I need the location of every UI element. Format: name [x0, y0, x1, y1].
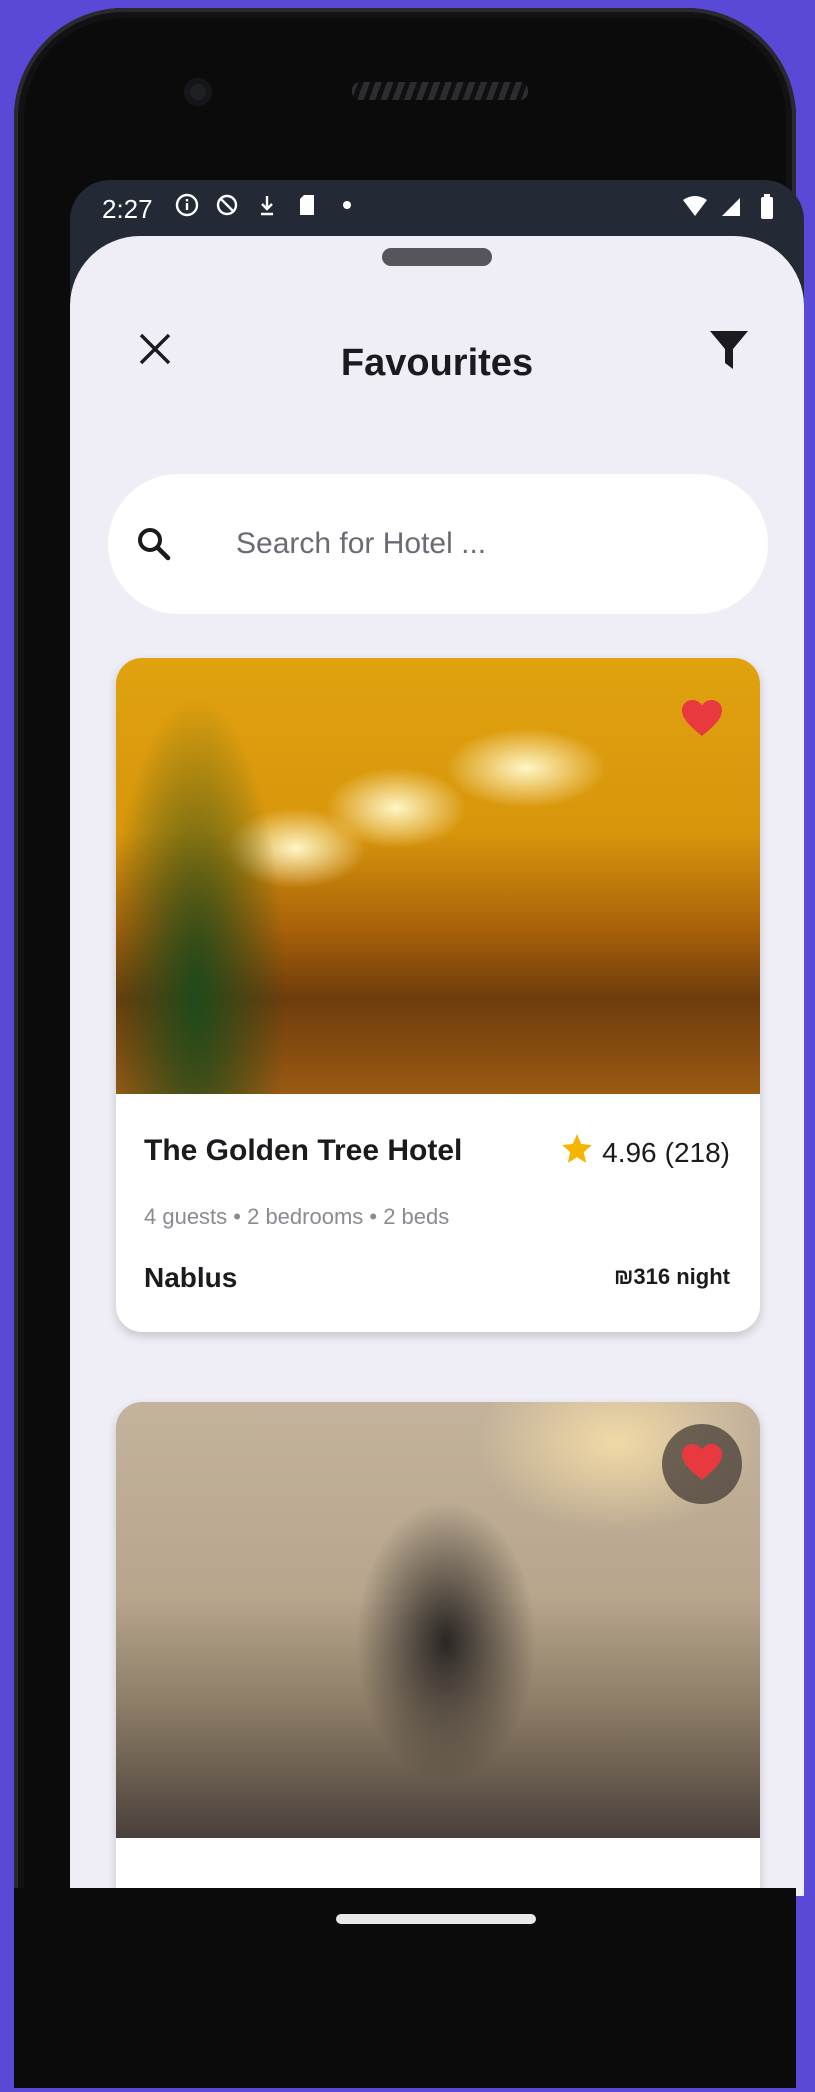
dot-icon	[334, 192, 360, 218]
hotel-name: The Golden Tree Hotel	[144, 1134, 463, 1167]
rating-value: 4.96	[602, 1136, 657, 1168]
hotel-image[interactable]	[116, 658, 760, 1094]
info-icon	[174, 192, 200, 218]
favourites-sheet: Favourites Search for Hotel ... The Gold…	[70, 236, 804, 1896]
screen: 2:27 Favourites Search for Hotel ... The…	[70, 180, 804, 1896]
review-count: (218)	[664, 1136, 730, 1168]
star-icon	[560, 1132, 594, 1173]
hotel-price: ₪316 night	[613, 1264, 730, 1289]
filter-button[interactable]	[702, 324, 756, 380]
page-title: Favourites	[340, 342, 534, 384]
hotel-details: 4 guests • 2 bedrooms • 2 beds	[144, 1204, 450, 1229]
drag-handle[interactable]	[382, 248, 492, 266]
wifi-icon	[682, 194, 708, 220]
status-bar: 2:27	[70, 180, 804, 236]
status-icons-left	[174, 192, 360, 218]
sd-card-icon	[294, 192, 320, 218]
status-time: 2:27	[102, 194, 153, 224]
status-icons-right	[682, 194, 780, 220]
search-bar[interactable]	[108, 474, 768, 614]
hotel-city: Nablus	[144, 1262, 238, 1293]
home-gesture-handle[interactable]	[336, 1914, 536, 1924]
favourite-button[interactable]	[662, 1424, 742, 1504]
earpiece-speaker	[352, 82, 528, 100]
search-icon	[134, 524, 174, 569]
download-icon	[254, 192, 280, 218]
hotel-card[interactable]	[116, 1402, 760, 1896]
filter-icon	[708, 328, 750, 377]
heart-icon	[680, 1442, 724, 1487]
favourite-button[interactable]	[662, 680, 742, 760]
shield-icon	[214, 192, 240, 218]
heart-icon	[680, 698, 724, 743]
front-camera	[184, 78, 212, 106]
search-input[interactable]	[234, 520, 718, 568]
hotel-card[interactable]: The Golden Tree Hotel 4.96 (218) 4 guest…	[116, 658, 760, 1332]
hotel-image[interactable]	[116, 1402, 760, 1838]
signal-icon	[718, 194, 744, 220]
phone-frame: 2:27 Favourites Search for Hotel ... The…	[14, 8, 804, 2088]
hotel-rating: 4.96 (218)	[560, 1132, 730, 1173]
battery-icon	[754, 194, 780, 220]
